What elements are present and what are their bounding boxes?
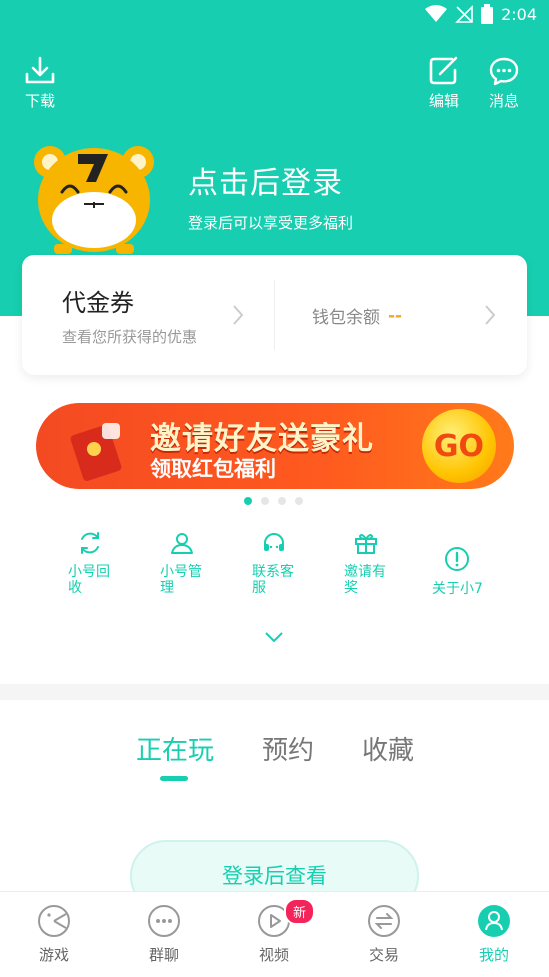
nav-label: 群聊: [148, 946, 179, 964]
nav-label: 游戏: [38, 946, 69, 964]
nav-label: 交易: [368, 946, 399, 964]
nav-item-trade[interactable]: 交易: [344, 904, 424, 965]
quick-menu-label: 小号回收: [68, 564, 110, 596]
tab-reserved[interactable]: 预约: [262, 730, 314, 767]
wallet-section[interactable]: 钱包余额 --: [312, 303, 403, 329]
nav-item-video[interactable]: 视频 新: [234, 898, 316, 965]
banner-go-button[interactable]: GO: [422, 409, 496, 483]
avatar[interactable]: [32, 140, 156, 258]
quick-menu-recycle[interactable]: 小号回收: [60, 530, 120, 596]
status-bar: 2:04: [0, 0, 549, 32]
wifi-icon: [425, 5, 448, 22]
status-icons: 2:04: [425, 4, 537, 24]
pagination-dot[interactable]: [244, 497, 252, 505]
quick-menu-label: 联系客服: [252, 564, 294, 596]
battery-icon: [481, 4, 494, 24]
quick-menu-about[interactable]: 关于小7: [432, 546, 483, 598]
pagination-dot[interactable]: [261, 497, 269, 505]
quick-menu-customer-service[interactable]: 联系客服: [244, 530, 304, 596]
nav-item-games[interactable]: 游戏: [14, 904, 94, 965]
wallet-value: --: [388, 305, 403, 326]
section-divider: [0, 684, 549, 700]
profile-icon: [478, 905, 510, 937]
quick-menu-label: 关于小7: [432, 581, 483, 597]
trade-icon: [368, 905, 400, 937]
info-icon: [445, 547, 470, 571]
voucher-title: 代金券: [62, 289, 134, 317]
edit-button[interactable]: 编辑: [428, 56, 460, 111]
chat-icon: [148, 905, 180, 937]
recycle-icon: [81, 532, 99, 554]
chevron-down-icon[interactable]: [264, 630, 284, 644]
download-label: 下载: [24, 92, 55, 110]
account-manage-icon: [171, 533, 193, 554]
asset-card: 代金券 查看您所获得的优惠 钱包余额 --: [22, 255, 527, 375]
quick-menu-label: 邀请有奖: [344, 564, 386, 596]
tab-indicator: [160, 776, 188, 781]
gift-icon: [355, 534, 377, 554]
tab-favorites[interactable]: 收藏: [362, 730, 414, 767]
pagination-dot[interactable]: [278, 497, 286, 505]
wallet-label: 钱包余额: [312, 308, 380, 328]
status-time: 2:04: [501, 4, 537, 24]
edit-icon: [429, 56, 458, 85]
banner-pagination: [244, 497, 303, 505]
login-subtitle: 登录后可以享受更多福利: [188, 214, 354, 232]
download-icon: [25, 56, 55, 84]
no-signal-icon: [455, 5, 473, 23]
card-divider: [274, 280, 275, 350]
banner-go-label: GO: [433, 428, 485, 464]
voucher-subtitle: 查看您所获得的优惠: [62, 328, 198, 346]
banner-title: 邀请好友送豪礼: [150, 421, 374, 457]
edit-label: 编辑: [428, 92, 459, 110]
new-badge: 新: [284, 898, 316, 925]
messages-button[interactable]: 消息: [488, 56, 520, 111]
nav-item-group-chat[interactable]: 群聊: [124, 904, 204, 965]
nav-label: 我的: [478, 946, 509, 964]
banner-subtitle: 领取红包福利: [150, 457, 276, 481]
voucher-section[interactable]: 代金券 查看您所获得的优惠: [62, 283, 197, 347]
chevron-right-icon: [233, 305, 244, 325]
login-title[interactable]: 点击后登录: [188, 158, 343, 202]
chevron-right-icon: [485, 305, 496, 325]
messages-label: 消息: [488, 92, 519, 110]
tab-playing[interactable]: 正在玩: [136, 730, 214, 767]
download-button[interactable]: 下载: [24, 56, 56, 111]
red-envelope-icon: [70, 423, 122, 481]
nav-label: 视频: [258, 946, 289, 964]
bottom-nav: 游戏 群聊 视频 新 交易 我的: [0, 891, 549, 977]
quick-menu-label: 小号管理: [160, 564, 202, 596]
promo-banner[interactable]: 邀请好友送豪礼 领取红包福利 GO: [36, 403, 514, 489]
quick-menu-account-manage[interactable]: 小号管理: [152, 530, 212, 596]
headset-icon: [264, 533, 284, 551]
quick-menu-invite[interactable]: 邀请有奖: [336, 530, 396, 596]
pagination-dot[interactable]: [295, 497, 303, 505]
game-icon: [38, 905, 70, 937]
nav-item-profile[interactable]: 我的: [454, 904, 534, 965]
message-icon: [489, 57, 519, 86]
